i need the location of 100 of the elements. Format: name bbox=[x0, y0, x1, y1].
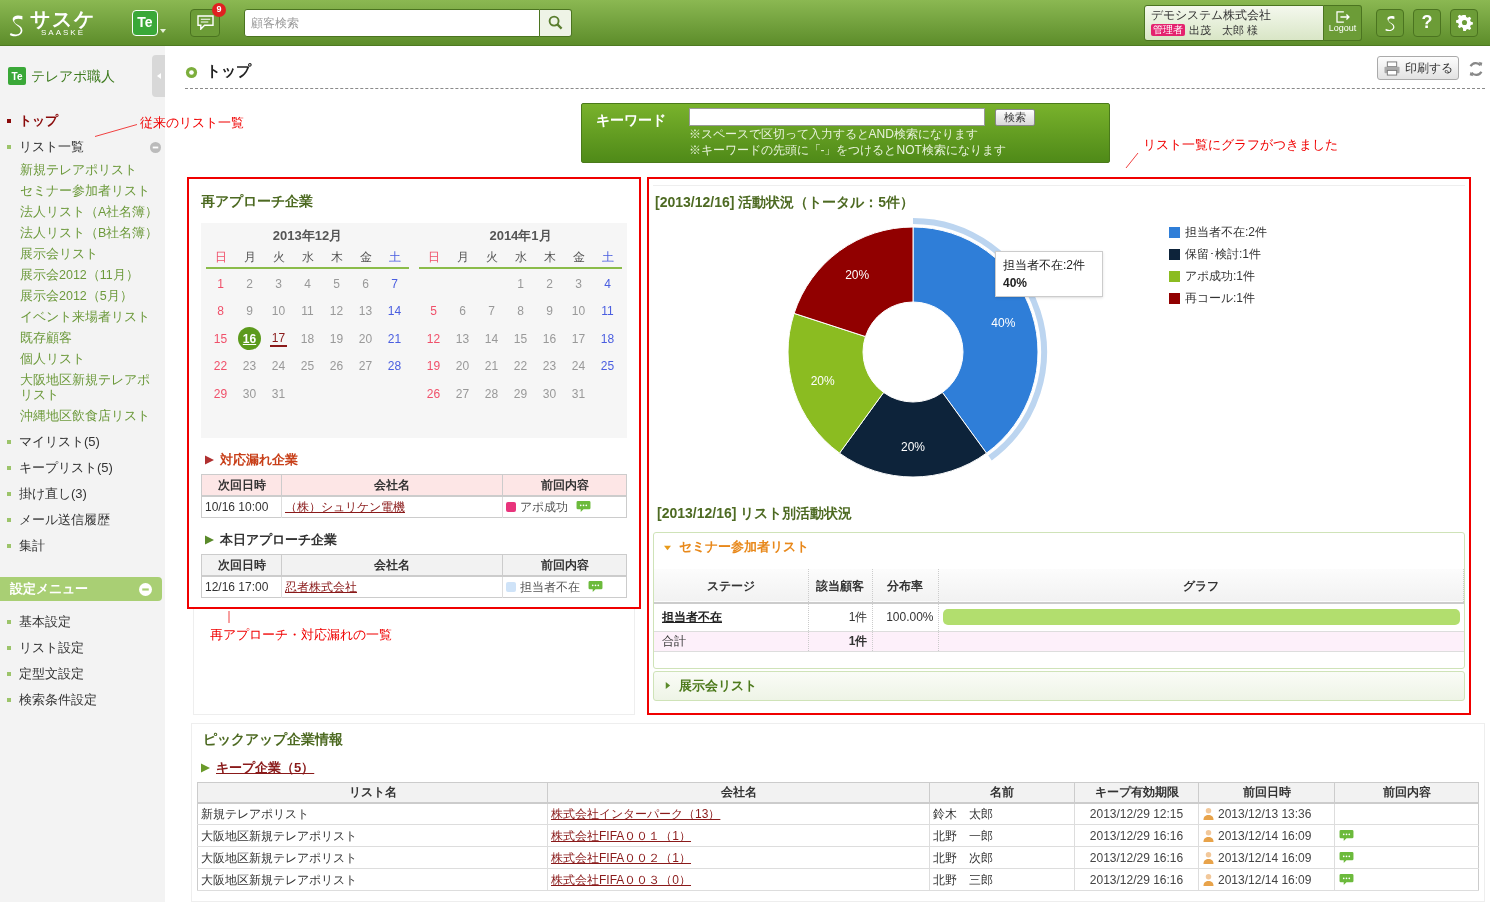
company-link[interactable]: 忍者株式会社 bbox=[285, 579, 357, 594]
calendar-day[interactable]: 1 bbox=[217, 274, 224, 293]
calendar-day[interactable]: 5 bbox=[333, 274, 340, 293]
calendar-day[interactable]: 6 bbox=[459, 302, 466, 321]
calendar-day[interactable]: 7 bbox=[488, 302, 495, 321]
calendar-day[interactable]: 24 bbox=[271, 357, 286, 376]
calendar-day[interactable]: 31 bbox=[571, 384, 586, 403]
stage-link[interactable]: 担当者不在 bbox=[662, 610, 722, 625]
nav-item[interactable]: 検索条件設定 bbox=[0, 687, 165, 713]
company-link[interactable]: 株式会社FIFA００３（0） bbox=[551, 872, 691, 887]
calendar-day[interactable]: 17 bbox=[269, 330, 288, 347]
calendar-day[interactable]: 26 bbox=[329, 357, 344, 376]
calendar-day[interactable]: 29 bbox=[513, 384, 528, 403]
collapse-icon[interactable] bbox=[139, 582, 152, 596]
calendar-day[interactable]: 28 bbox=[484, 384, 499, 403]
calendar-day[interactable]: 12 bbox=[426, 329, 441, 348]
chat-icon[interactable] bbox=[1339, 851, 1354, 864]
calendar-day[interactable]: 11 bbox=[301, 302, 314, 321]
calendar-day[interactable]: 25 bbox=[600, 357, 615, 376]
nav-subitem[interactable]: 法人リスト（A社名簿） bbox=[0, 202, 165, 223]
nav-subitem[interactable]: 新規テレアポリスト bbox=[0, 160, 165, 181]
calendar-day[interactable]: 20 bbox=[358, 329, 373, 348]
keep-list-link[interactable]: キープ企業（5） bbox=[216, 758, 315, 778]
nav-subitem[interactable]: 法人リスト（B社名簿） bbox=[0, 223, 165, 244]
calendar-day[interactable]: 5 bbox=[430, 302, 437, 321]
nav-item[interactable]: トップ bbox=[0, 108, 62, 134]
calendar-day[interactable]: 29 bbox=[213, 384, 228, 403]
calendar-day[interactable]: 18 bbox=[300, 329, 315, 348]
calendar-day[interactable]: 14 bbox=[387, 302, 402, 321]
search-button[interactable]: 検索 bbox=[994, 108, 1035, 126]
calendar-day[interactable]: 8 bbox=[217, 302, 224, 321]
nav-subitem[interactable]: 展示会2012（5月） bbox=[0, 286, 165, 307]
nav-subitem[interactable]: 沖縄地区飲食店リスト bbox=[0, 406, 165, 427]
nav-item[interactable]: キープリスト(5) bbox=[0, 455, 117, 481]
calendar-day[interactable]: 21 bbox=[387, 329, 402, 348]
calendar-day[interactable]: 26 bbox=[426, 384, 441, 403]
calendar-day[interactable]: 9 bbox=[246, 302, 253, 321]
chat-icon[interactable] bbox=[576, 500, 591, 514]
calendar-day[interactable]: 25 bbox=[300, 357, 315, 376]
calendar-day[interactable]: 27 bbox=[455, 384, 470, 403]
logout-button[interactable]: Logout bbox=[1324, 4, 1362, 41]
calendar-day[interactable]: 27 bbox=[358, 357, 373, 376]
messages-button[interactable] bbox=[190, 8, 220, 37]
calendar-day[interactable]: 17 bbox=[571, 329, 586, 348]
calendar-day[interactable]: 10 bbox=[571, 302, 586, 321]
calendar-day[interactable]: 12 bbox=[329, 302, 344, 321]
chat-icon[interactable] bbox=[588, 580, 603, 594]
chat-icon[interactable] bbox=[1339, 873, 1354, 886]
calendar-day[interactable]: 4 bbox=[304, 274, 311, 293]
calendar-day[interactable]: 13 bbox=[455, 329, 470, 348]
calendar-day[interactable]: 15 bbox=[513, 329, 528, 348]
keyword-field[interactable] bbox=[688, 108, 985, 126]
calendar-day[interactable]: 24 bbox=[571, 357, 586, 376]
nav-subitem[interactable]: イベント来場者リスト bbox=[0, 307, 165, 328]
calendar-day[interactable]: 23 bbox=[542, 357, 557, 376]
calendar-day[interactable]: 1 bbox=[517, 274, 524, 293]
settings-button[interactable] bbox=[1450, 8, 1478, 37]
calendar-day[interactable]: 2 bbox=[546, 274, 553, 293]
nav-item[interactable]: 定型文設定 bbox=[0, 661, 165, 687]
home-button[interactable] bbox=[1376, 8, 1404, 37]
collapse-icon[interactable] bbox=[150, 141, 161, 153]
calendar-day[interactable]: 30 bbox=[242, 384, 257, 403]
calendar-day[interactable]: 20 bbox=[455, 357, 470, 376]
calendar-day[interactable]: 30 bbox=[542, 384, 557, 403]
calendar-day[interactable]: 16 bbox=[542, 329, 557, 348]
nav-item[interactable]: メール送信履歴 bbox=[0, 507, 114, 533]
nav-item[interactable]: リスト設定 bbox=[0, 635, 165, 661]
calendar-day[interactable]: 11 bbox=[601, 302, 614, 321]
search-field[interactable]: 顧客検索 bbox=[244, 8, 540, 37]
nav-subitem[interactable]: 既存顧客 bbox=[0, 328, 165, 349]
calendar-day[interactable]: 13 bbox=[358, 302, 373, 321]
calendar-day[interactable]: 28 bbox=[387, 357, 402, 376]
app-switch-button[interactable]: Te bbox=[132, 9, 166, 36]
calendar-day[interactable]: 21 bbox=[484, 357, 499, 376]
nav-item[interactable]: 基本設定 bbox=[0, 609, 165, 635]
calendar-day[interactable]: 3 bbox=[275, 274, 282, 293]
calendar-day[interactable]: 2 bbox=[246, 274, 253, 293]
company-link[interactable]: 株式会社インターパーク（13） bbox=[551, 806, 721, 821]
section-toggle[interactable]: 展示会リスト bbox=[654, 671, 1464, 700]
calendar-day[interactable]: 22 bbox=[513, 357, 528, 376]
calendar-day[interactable]: 10 bbox=[271, 302, 286, 321]
nav-item[interactable]: リスト一覧 bbox=[0, 134, 165, 160]
calendar-day[interactable]: 16 bbox=[238, 327, 261, 351]
calendar-day[interactable]: 31 bbox=[271, 384, 286, 403]
section-toggle[interactable]: セミナー参加者リスト bbox=[654, 533, 1464, 561]
settings-menu-header[interactable]: 設定メニュー bbox=[0, 577, 162, 601]
calendar-day[interactable]: 4 bbox=[604, 274, 611, 293]
nav-item[interactable]: 掛け直し(3) bbox=[0, 481, 91, 507]
calendar-day[interactable]: 22 bbox=[213, 357, 228, 376]
calendar-day[interactable]: 15 bbox=[213, 329, 228, 348]
chat-icon[interactable] bbox=[1339, 829, 1354, 842]
company-link[interactable]: 株式会社FIFA００２（1） bbox=[551, 850, 691, 865]
calendar-day[interactable]: 8 bbox=[517, 302, 524, 321]
calendar-day[interactable]: 23 bbox=[242, 357, 257, 376]
calendar-day[interactable]: 14 bbox=[484, 329, 499, 348]
nav-subitem[interactable]: セミナー参加者リスト bbox=[0, 181, 165, 202]
calendar-day[interactable]: 3 bbox=[575, 274, 582, 293]
nav-item[interactable]: マイリスト(5) bbox=[0, 429, 104, 455]
company-link[interactable]: 株式会社FIFA００１（1） bbox=[551, 828, 691, 843]
calendar-day[interactable]: 19 bbox=[426, 357, 441, 376]
